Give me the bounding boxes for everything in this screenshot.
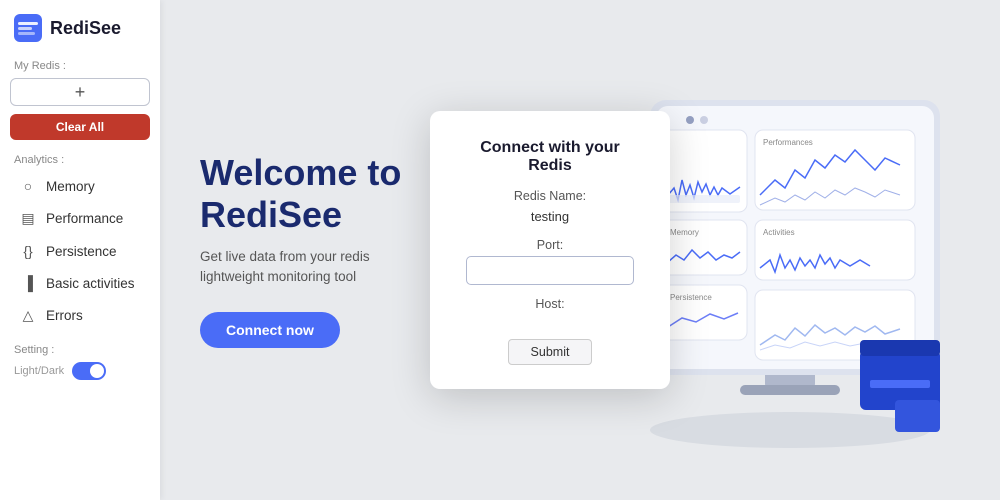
svg-text:Performances: Performances [763,138,813,147]
my-redis-label: My Redis : [0,52,160,74]
sidebar-item-persistence-label: Persistence [46,244,117,259]
app-logo-icon [14,14,42,42]
redis-name-label: Redis Name: [466,189,634,203]
theme-toggle[interactable] [72,362,106,380]
host-group: Host: [466,297,634,325]
performance-icon: ▤ [20,210,36,227]
modal-title: Connect with your Redis [466,139,634,175]
add-redis-button[interactable]: + [10,78,150,106]
redis-name-group: Redis Name: testing [466,189,634,226]
welcome-subtitle: Get live data from your redis lightweigh… [200,247,400,288]
basic-activities-icon: ▐ [20,275,36,291]
sidebar-item-performance[interactable]: ▤ Performance [6,203,154,234]
main-content: Welcome to RediSee Get live data from yo… [160,0,1000,500]
welcome-title-line2: RediSee [200,194,342,235]
svg-text:Activities: Activities [763,228,795,237]
welcome-section: Welcome to RediSee Get live data from yo… [200,152,401,347]
sidebar-item-persistence[interactable]: {} Persistence [6,236,154,266]
sidebar-item-memory-label: Memory [46,179,95,194]
sidebar-item-basic-activities[interactable]: ▐ Basic activities [6,268,154,298]
sidebar-item-basic-activities-label: Basic activities [46,276,135,291]
analytics-label: Analytics : [0,144,160,170]
toggle-label: Light/Dark [14,365,64,377]
app-name: RediSee [50,18,121,39]
theme-toggle-row: Light/Dark [0,358,160,388]
port-group: Port: [466,238,634,285]
welcome-title-line1: Welcome to [200,152,401,193]
setting-label: Setting : [0,332,160,358]
port-input[interactable] [466,256,634,285]
memory-icon: ○ [20,178,36,194]
clear-all-button[interactable]: Clear All [10,114,150,140]
svg-text:Memory: Memory [670,228,699,237]
sidebar-item-errors-label: Errors [46,308,83,323]
toggle-slider-visual [72,362,106,380]
sidebar-item-errors[interactable]: △ Errors [6,300,154,331]
redis-name-value: testing [466,207,634,226]
submit-button[interactable]: Submit [508,339,593,365]
sidebar-item-memory[interactable]: ○ Memory [6,171,154,201]
logo-area: RediSee [0,0,160,52]
welcome-title: Welcome to RediSee [200,152,401,235]
host-label: Host: [466,297,634,311]
sidebar-item-performance-label: Performance [46,211,123,226]
persistence-icon: {} [20,243,36,259]
connect-modal: Connect with your Redis Redis Name: test… [430,111,670,389]
connect-now-button[interactable]: Connect now [200,312,340,348]
port-label: Port: [466,238,634,252]
sidebar: RediSee My Redis : + Clear All Analytics… [0,0,160,500]
errors-icon: △ [20,307,36,324]
svg-text:Persistence: Persistence [670,293,712,302]
